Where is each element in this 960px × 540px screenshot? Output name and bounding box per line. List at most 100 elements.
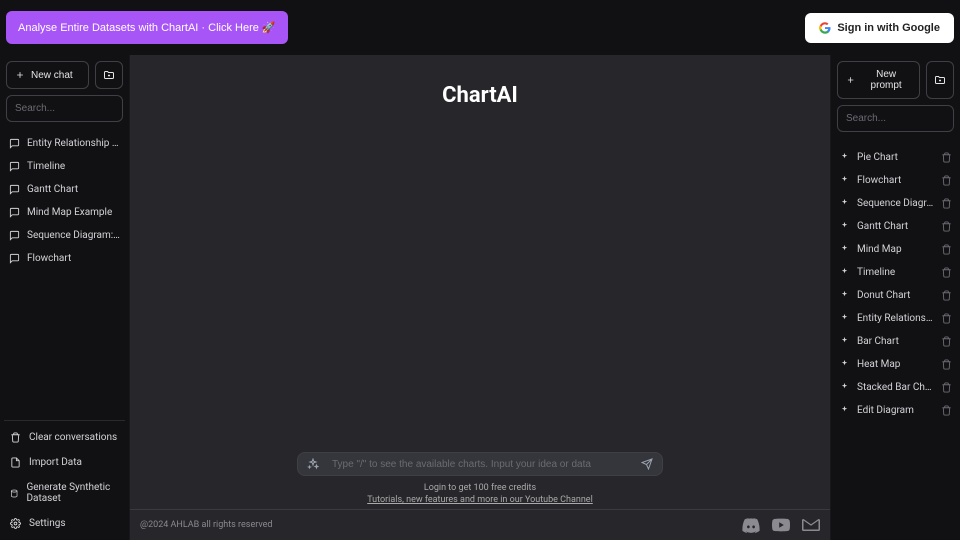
sparkle-icon — [839, 313, 850, 324]
prompt-item[interactable]: Entity Relationship Diagram — [831, 307, 960, 330]
google-icon — [819, 22, 831, 34]
sparkle-icon — [839, 267, 850, 278]
prompt-item[interactable]: Sequence Diagram — [831, 192, 960, 215]
conversation-label: Mind Map Example — [27, 207, 120, 218]
prompt-label: Stacked Bar Chart — [857, 382, 934, 393]
chat-icon — [9, 253, 20, 264]
sparkle-icon — [839, 152, 850, 163]
youtube-icon[interactable] — [772, 516, 790, 534]
left-sidebar: New chat Entity Relationship Diagram Time… — [0, 55, 130, 540]
sparkle-icon — [839, 221, 850, 232]
delete-prompt-icon[interactable] — [941, 359, 952, 370]
conversation-label: Timeline — [27, 161, 120, 172]
conversation-item[interactable]: Gantt Chart — [0, 178, 129, 201]
conversation-item[interactable]: Sequence Diagram: Blogging... — [0, 224, 129, 247]
footer-copyright: @2024 AHLAB all rights reserved — [140, 520, 273, 530]
discord-icon[interactable] — [742, 516, 760, 534]
prompt-item[interactable]: Pie Chart — [831, 146, 960, 169]
new-prompt-label: New prompt — [861, 69, 911, 91]
delete-prompt-icon[interactable] — [941, 175, 952, 186]
youtube-link[interactable]: Tutorials, new features and more in our … — [367, 495, 593, 505]
import-data-label: Import Data — [29, 457, 82, 468]
google-signin-label: Sign in with Google — [837, 22, 940, 34]
promo-banner-button[interactable]: Analyse Entire Datasets with ChartAI · C… — [6, 11, 288, 44]
conversation-label: Gantt Chart — [27, 184, 120, 195]
prompt-label: Entity Relationship Diagram — [857, 313, 934, 324]
clear-conversations-label: Clear conversations — [29, 432, 117, 443]
gear-icon — [10, 518, 21, 529]
import-data-button[interactable]: Import Data — [4, 450, 125, 475]
delete-prompt-icon[interactable] — [941, 221, 952, 232]
file-import-icon — [10, 457, 21, 468]
new-folder-button[interactable] — [95, 61, 123, 89]
new-chat-label: New chat — [31, 70, 73, 81]
app-title: ChartAI — [130, 83, 830, 108]
prompt-label: Heat Map — [857, 359, 934, 370]
login-hint: Login to get 100 free credits — [424, 483, 536, 493]
conversation-item[interactable]: Timeline — [0, 155, 129, 178]
sparkle-icon — [839, 382, 850, 393]
prompt-label: Gantt Chart — [857, 221, 934, 232]
sparkle-icon — [839, 175, 850, 186]
delete-prompt-icon[interactable] — [941, 244, 952, 255]
conversation-label: Sequence Diagram: Blogging... — [27, 230, 120, 241]
conversation-item[interactable]: Flowchart — [0, 247, 129, 270]
plus-icon — [846, 75, 855, 85]
chat-search-input[interactable] — [6, 95, 123, 122]
delete-prompt-icon[interactable] — [941, 382, 952, 393]
settings-button[interactable]: Settings — [4, 511, 125, 536]
send-icon[interactable] — [641, 458, 653, 470]
generate-dataset-label: Generate Synthetic Dataset — [26, 482, 119, 504]
prompt-item[interactable]: Stacked Bar Chart — [831, 376, 960, 399]
sparkle-icon — [839, 244, 850, 255]
chat-input[interactable] — [297, 452, 663, 476]
conversation-item[interactable]: Entity Relationship Diagram — [0, 132, 129, 155]
sparkle-icon — [839, 198, 850, 209]
delete-prompt-icon[interactable] — [941, 198, 952, 209]
prompt-search-input[interactable] — [837, 105, 954, 132]
sparkle-icon — [307, 458, 319, 470]
sparkle-icon — [839, 336, 850, 347]
clear-conversations-button[interactable]: Clear conversations — [4, 425, 125, 450]
delete-prompt-icon[interactable] — [941, 290, 952, 301]
prompt-item[interactable]: Heat Map — [831, 353, 960, 376]
conversation-label: Entity Relationship Diagram — [27, 138, 120, 149]
delete-prompt-icon[interactable] — [941, 336, 952, 347]
prompt-label: Donut Chart — [857, 290, 934, 301]
prompt-label: Mind Map — [857, 244, 934, 255]
delete-prompt-icon[interactable] — [941, 267, 952, 278]
google-signin-button[interactable]: Sign in with Google — [805, 13, 954, 43]
delete-prompt-icon[interactable] — [941, 405, 952, 416]
prompt-item[interactable]: Timeline — [831, 261, 960, 284]
delete-prompt-icon[interactable] — [941, 313, 952, 324]
prompt-label: Timeline — [857, 267, 934, 278]
prompt-item[interactable]: Bar Chart — [831, 330, 960, 353]
chat-icon — [9, 230, 20, 241]
plus-icon — [15, 70, 25, 80]
new-prompt-button[interactable]: New prompt — [837, 61, 920, 99]
conversation-label: Flowchart — [27, 253, 120, 264]
prompt-item[interactable]: Donut Chart — [831, 284, 960, 307]
folder-plus-icon — [103, 69, 115, 81]
prompt-label: Edit Diagram — [857, 405, 934, 416]
prompt-item[interactable]: Mind Map — [831, 238, 960, 261]
new-chat-button[interactable]: New chat — [6, 61, 89, 89]
database-icon — [10, 488, 18, 499]
chat-icon — [9, 207, 20, 218]
prompt-item[interactable]: Edit Diagram — [831, 399, 960, 422]
new-prompt-folder-button[interactable] — [926, 61, 954, 99]
trash-icon — [10, 432, 21, 443]
main-panel: ChartAI Login to get 100 free credits Tu… — [130, 55, 830, 540]
mail-icon[interactable] — [802, 516, 820, 534]
prompt-label: Bar Chart — [857, 336, 934, 347]
prompt-item[interactable]: Gantt Chart — [831, 215, 960, 238]
folder-plus-icon — [934, 74, 946, 86]
sparkle-icon — [839, 359, 850, 370]
conversation-item[interactable]: Mind Map Example — [0, 201, 129, 224]
prompt-item[interactable]: Flowchart — [831, 169, 960, 192]
chat-icon — [9, 161, 20, 172]
generate-dataset-button[interactable]: Generate Synthetic Dataset — [4, 475, 125, 511]
delete-prompt-icon[interactable] — [941, 152, 952, 163]
sparkle-icon — [839, 405, 850, 416]
prompt-label: Pie Chart — [857, 152, 934, 163]
